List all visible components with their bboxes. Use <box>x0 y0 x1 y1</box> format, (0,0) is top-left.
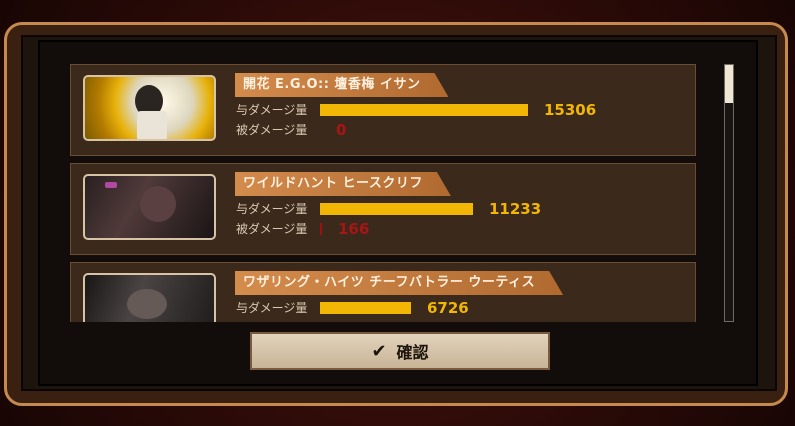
damage-dealt-value: 11233 <box>489 200 542 218</box>
damage-taken-label: 被ダメージ量 <box>236 222 308 236</box>
scrollbar-thumb[interactable] <box>725 65 733 103</box>
damage-taken-bar <box>320 124 532 136</box>
damage-taken-value: 0 <box>336 121 347 139</box>
character-name: ワイルドハント ヒースクリフ <box>235 172 451 196</box>
damage-taken-label: 被ダメージ量 <box>236 123 308 137</box>
damage-dealt-value: 15306 <box>544 101 597 119</box>
damage-dealt-fill <box>320 302 411 314</box>
damage-dealt-value: 6726 <box>427 299 469 317</box>
confirm-button[interactable]: ✔ 確認 <box>250 332 550 370</box>
confirm-label: 確認 <box>396 343 429 362</box>
damage-dealt-label: 与ダメージ量 <box>236 103 308 117</box>
results-list[interactable]: 開花 E.G.O:: 壇香梅 イサン 与ダメージ量 15306 被ダメージ量 0 <box>70 64 698 322</box>
damage-dealt-fill <box>320 203 473 215</box>
damage-dealt-row: 与ダメージ量 6726 <box>236 299 676 317</box>
portrait-heathcliff <box>83 174 216 240</box>
check-icon: ✔ <box>371 340 387 362</box>
damage-dealt-bar <box>320 104 532 116</box>
results-panel: 開花 E.G.O:: 壇香梅 イサン 与ダメージ量 15306 被ダメージ量 0 <box>38 40 758 386</box>
damage-dealt-bar <box>320 302 532 314</box>
damage-dealt-row: 与ダメージ量 11233 <box>236 200 676 218</box>
scrollbar[interactable] <box>724 64 734 322</box>
damage-dealt-row: 与ダメージ量 15306 <box>236 101 676 119</box>
damage-dealt-label: 与ダメージ量 <box>236 202 308 216</box>
character-name: 開花 E.G.O:: 壇香梅 イサン <box>235 73 448 97</box>
damage-taken-row: 被ダメージ量 166 <box>236 220 676 238</box>
result-card: 開花 E.G.O:: 壇香梅 イサン 与ダメージ量 15306 被ダメージ量 0 <box>70 64 696 156</box>
result-card: ワザリング・ハイツ チーフバトラー ウーティス 与ダメージ量 6726 <box>70 262 696 322</box>
damage-taken-row: 被ダメージ量 0 <box>236 121 676 139</box>
damage-dealt-fill <box>320 104 528 116</box>
portrait-outis <box>83 273 216 322</box>
character-name: ワザリング・ハイツ チーフバトラー ウーティス <box>235 271 563 295</box>
portrait-isangs-ego <box>83 75 216 141</box>
damage-dealt-label: 与ダメージ量 <box>236 301 308 315</box>
damage-taken-value: 166 <box>338 220 370 238</box>
damage-taken-fill <box>320 223 322 235</box>
result-card: ワイルドハント ヒースクリフ 与ダメージ量 11233 被ダメージ量 166 <box>70 163 696 255</box>
